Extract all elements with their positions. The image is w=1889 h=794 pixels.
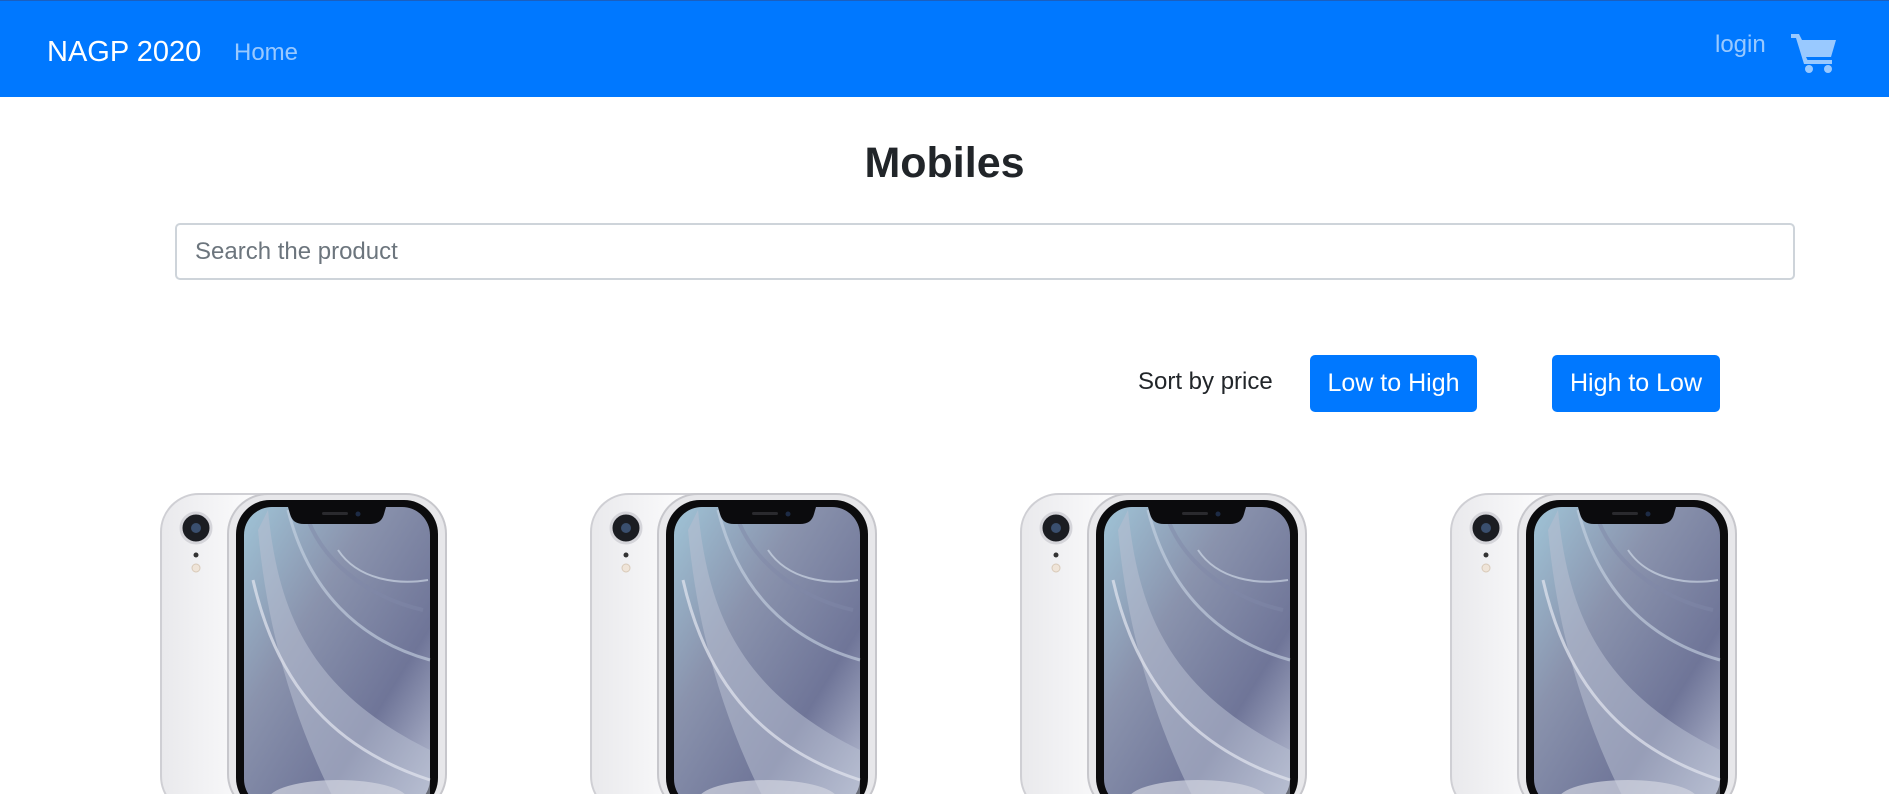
shopping-cart-icon[interactable] — [1790, 31, 1838, 73]
iphone-xr-white-image[interactable] — [588, 490, 880, 794]
login-link[interactable]: login — [1715, 31, 1766, 59]
product-card[interactable] — [158, 490, 450, 794]
iphone-xr-white-image[interactable] — [1448, 490, 1740, 794]
page-title: Mobiles — [864, 139, 1025, 187]
product-card[interactable] — [1018, 490, 1310, 794]
brand-logo[interactable]: NAGP 2020 — [47, 35, 201, 69]
sort-high-to-low-button[interactable]: High to Low — [1552, 355, 1720, 412]
iphone-xr-white-image[interactable] — [1018, 490, 1310, 794]
product-card[interactable] — [588, 490, 880, 794]
iphone-xr-white-image[interactable] — [158, 490, 450, 794]
sort-label: Sort by price — [1138, 368, 1273, 395]
navbar: NAGP 2020 Home login — [0, 0, 1889, 97]
search-input[interactable] — [175, 223, 1795, 280]
nav-link-home[interactable]: Home — [234, 39, 298, 67]
sort-low-to-high-button[interactable]: Low to High — [1310, 355, 1477, 412]
product-card[interactable] — [1448, 490, 1740, 794]
product-grid — [0, 490, 1889, 794]
